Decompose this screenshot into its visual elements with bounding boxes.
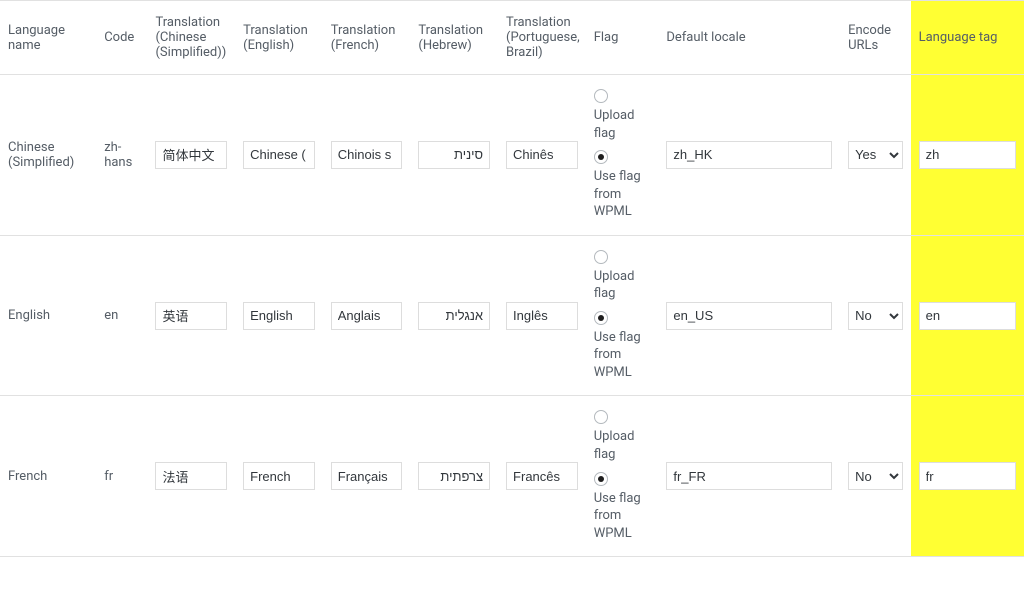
flag-upload-label: Upload flag bbox=[594, 428, 651, 463]
language-name-cell: Chinese (Simplified) bbox=[0, 75, 96, 236]
translation-fr-input[interactable] bbox=[331, 302, 403, 330]
col-header-code: Code bbox=[96, 1, 147, 75]
language-name-cell: English bbox=[0, 235, 96, 396]
col-header-encode-urls: Encode URLs bbox=[840, 1, 911, 75]
encode-urls-select[interactable]: YesNo bbox=[848, 302, 903, 330]
translation-zh-input[interactable] bbox=[155, 141, 227, 169]
col-header-trans-pt: Translation (Portuguese, Brazil) bbox=[498, 1, 586, 75]
translation-zh-input[interactable] bbox=[155, 462, 227, 490]
col-header-language-tag: Language tag bbox=[911, 1, 1024, 75]
language-code-cell: en bbox=[96, 235, 147, 396]
col-header-trans-zh: Translation (Chinese (Simplified)) bbox=[147, 1, 235, 75]
table-row: Englishen Upload flag Use flag from WPML Ye… bbox=[0, 235, 1024, 396]
flag-cell: Upload flag Use flag from WPML bbox=[586, 75, 659, 236]
language-code-cell: fr bbox=[96, 396, 147, 557]
flag-cell: Upload flag Use flag from WPML bbox=[586, 235, 659, 396]
encode-urls-select[interactable]: YesNo bbox=[848, 141, 903, 169]
translation-en-input[interactable] bbox=[243, 141, 315, 169]
translation-fr-input[interactable] bbox=[331, 141, 403, 169]
flag-upload-radio[interactable] bbox=[594, 89, 608, 103]
col-header-trans-en: Translation (English) bbox=[235, 1, 323, 75]
flag-wpml-radio[interactable] bbox=[594, 472, 608, 486]
col-header-flag: Flag bbox=[586, 1, 659, 75]
language-tag-input[interactable] bbox=[919, 141, 1016, 169]
flag-wpml-label: Use flag from WPML bbox=[594, 490, 651, 543]
language-tag-input[interactable] bbox=[919, 302, 1016, 330]
translation-he-input[interactable] bbox=[418, 462, 490, 490]
translation-en-input[interactable] bbox=[243, 302, 315, 330]
flag-cell: Upload flag Use flag from WPML bbox=[586, 396, 659, 557]
flag-wpml-radio[interactable] bbox=[594, 150, 608, 164]
translation-zh-input[interactable] bbox=[155, 302, 227, 330]
table-row: Frenchfr Upload flag Use flag from WPML Yes… bbox=[0, 396, 1024, 557]
default-locale-input[interactable] bbox=[666, 462, 832, 490]
flag-wpml-label: Use flag from WPML bbox=[594, 329, 651, 382]
flag-upload-radio[interactable] bbox=[594, 250, 608, 264]
encode-urls-select[interactable]: YesNo bbox=[848, 462, 903, 490]
language-code-cell: zh-hans bbox=[96, 75, 147, 236]
col-header-trans-he: Translation (Hebrew) bbox=[410, 1, 498, 75]
translation-en-input[interactable] bbox=[243, 462, 315, 490]
flag-wpml-label: Use flag from WPML bbox=[594, 168, 651, 221]
translation-he-input[interactable] bbox=[418, 302, 490, 330]
table-header-row: Language name Code Translation (Chinese … bbox=[0, 1, 1024, 75]
default-locale-input[interactable] bbox=[666, 302, 832, 330]
col-header-default-locale: Default locale bbox=[658, 1, 840, 75]
language-name-cell: French bbox=[0, 396, 96, 557]
flag-upload-label: Upload flag bbox=[594, 107, 651, 142]
translation-pt-input[interactable] bbox=[506, 302, 578, 330]
translation-fr-input[interactable] bbox=[331, 462, 403, 490]
col-header-language-name: Language name bbox=[0, 1, 96, 75]
translation-pt-input[interactable] bbox=[506, 141, 578, 169]
translation-pt-input[interactable] bbox=[506, 462, 578, 490]
language-tag-input[interactable] bbox=[919, 462, 1016, 490]
languages-table: Language name Code Translation (Chinese … bbox=[0, 0, 1024, 557]
flag-upload-radio[interactable] bbox=[594, 410, 608, 424]
col-header-trans-fr: Translation (French) bbox=[323, 1, 411, 75]
flag-wpml-radio[interactable] bbox=[594, 311, 608, 325]
flag-upload-label: Upload flag bbox=[594, 268, 651, 303]
default-locale-input[interactable] bbox=[666, 141, 832, 169]
translation-he-input[interactable] bbox=[418, 141, 490, 169]
table-row: Chinese (Simplified)zh-hans Upload flag Us… bbox=[0, 75, 1024, 236]
